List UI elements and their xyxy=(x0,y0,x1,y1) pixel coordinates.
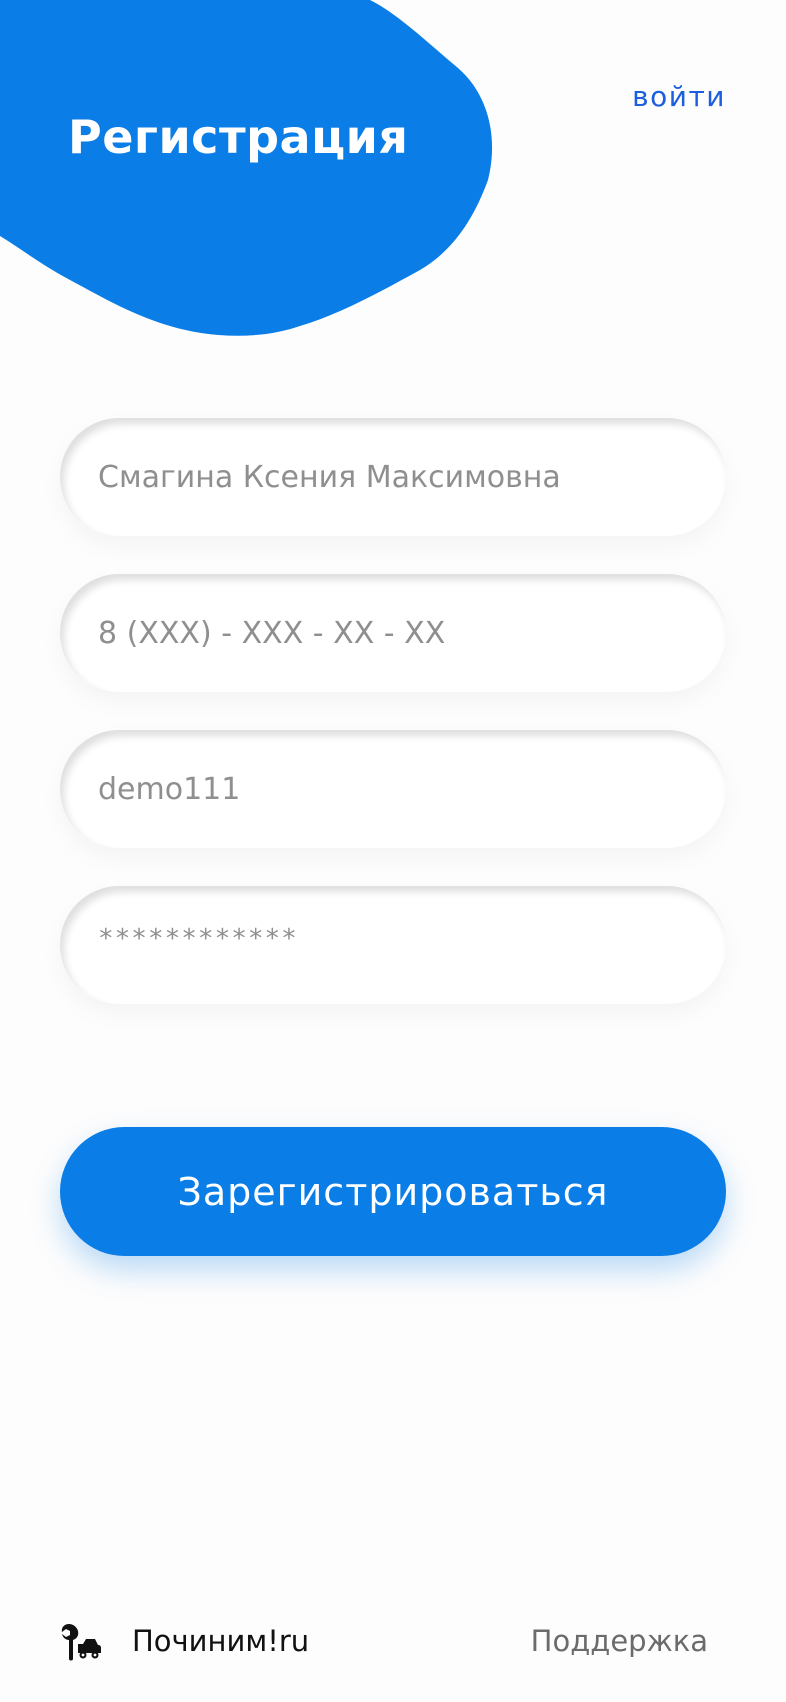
registration-screen: Регистрация войти Зарегистрироваться Поч… xyxy=(0,0,786,1702)
password-input[interactable] xyxy=(96,923,690,955)
full-name-field[interactable] xyxy=(60,418,726,536)
password-field[interactable] xyxy=(60,886,726,1004)
phone-field[interactable] xyxy=(60,574,726,692)
login-link[interactable]: войти xyxy=(632,80,726,113)
register-button[interactable]: Зарегистрироваться xyxy=(60,1127,726,1256)
wrench-car-icon xyxy=(61,1624,101,1661)
page-title: Регистрация xyxy=(68,110,409,164)
support-link[interactable]: Поддержка xyxy=(531,1624,708,1658)
full-name-input[interactable] xyxy=(96,458,690,496)
login-field[interactable] xyxy=(60,730,726,848)
header-blob xyxy=(0,0,493,336)
phone-input[interactable] xyxy=(96,614,690,652)
brand-name: Починим!ru xyxy=(132,1624,310,1658)
login-input[interactable] xyxy=(96,770,690,808)
footer: Починим!ru Поддержка xyxy=(0,1600,786,1684)
